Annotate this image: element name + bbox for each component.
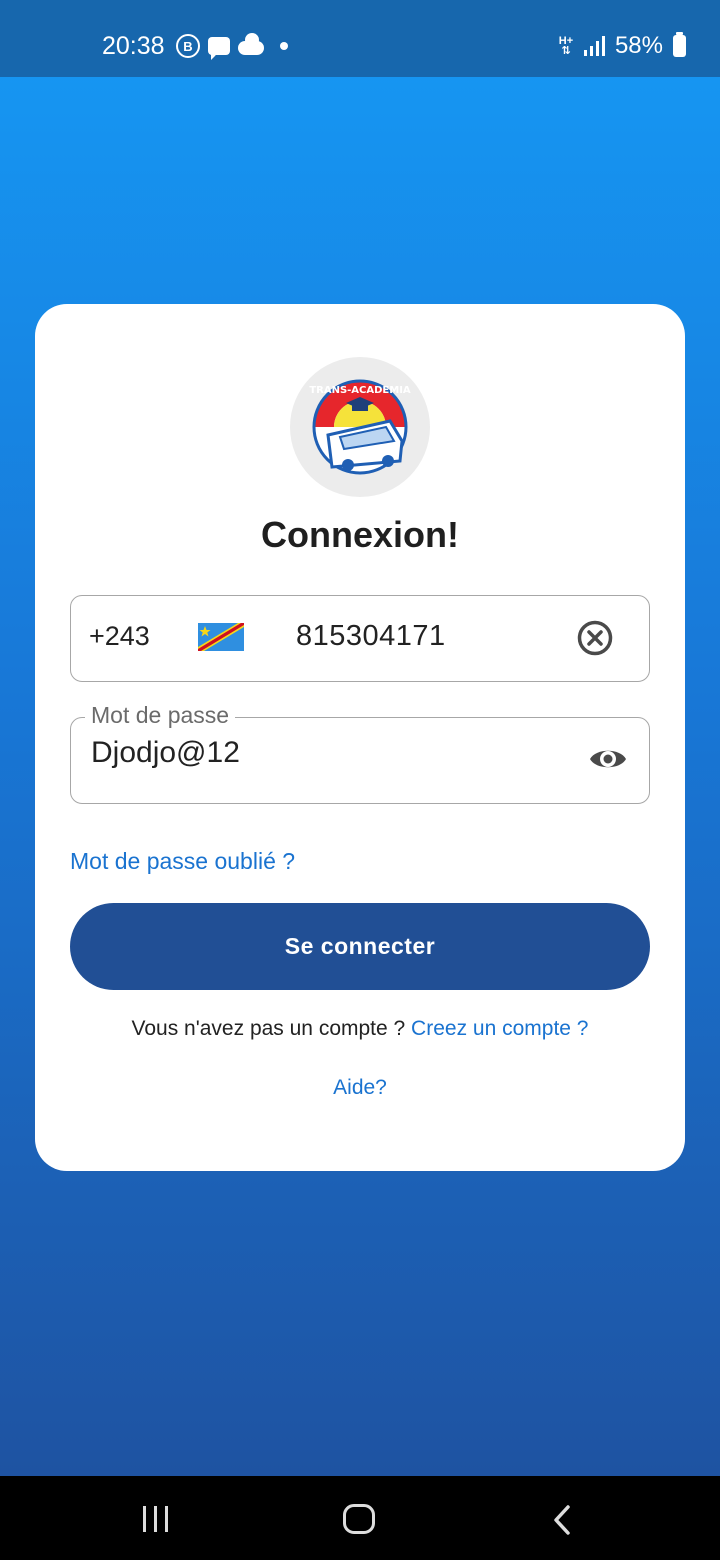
phone-number-value[interactable]: 815304171 <box>296 620 446 653</box>
recent-apps-icon[interactable] <box>143 1506 168 1532</box>
login-card: TRANS-ACADEMIA Connexion! +243 815304171… <box>35 304 685 1171</box>
help-link[interactable]: Aide? <box>35 1076 685 1100</box>
password-label: Mot de passe <box>85 702 236 729</box>
message-icon <box>208 37 230 60</box>
signal-icon <box>583 36 605 56</box>
data-transfer-icon: H+ ⇅ <box>558 35 574 57</box>
eye-icon[interactable] <box>588 744 628 779</box>
home-icon[interactable] <box>343 1504 375 1534</box>
page-title: Connexion! <box>261 514 459 555</box>
cloud-icon <box>238 33 264 55</box>
clear-icon[interactable] <box>576 619 614 662</box>
drc-flag-icon[interactable] <box>198 620 246 659</box>
status-bar: 20:38 B H+ ⇅ 58% <box>0 0 720 77</box>
dial-code-selector[interactable]: +243 <box>89 621 150 652</box>
create-account-link[interactable]: Creez un compte ? <box>411 1017 588 1040</box>
phone-input[interactable]: +243 815304171 <box>70 595 650 682</box>
app-logo: TRANS-ACADEMIA <box>290 357 430 497</box>
no-account-text: Vous n'avez pas un compte ? <box>131 1017 406 1040</box>
notification-dot-icon <box>280 42 288 50</box>
signup-prompt: Vous n'avez pas un compte ? Creez un com… <box>35 1017 685 1041</box>
forgot-password-link[interactable]: Mot de passe oublié ? <box>70 848 295 875</box>
battery-icon <box>673 32 686 57</box>
logo-text: TRANS-ACADEMIA <box>309 385 411 396</box>
password-value[interactable]: Djodjo@12 <box>91 736 240 770</box>
trans-academia-logo-icon: TRANS-ACADEMIA <box>309 379 411 475</box>
b-badge-icon: B <box>176 34 200 58</box>
password-field[interactable]: Mot de passe Djodjo@12 <box>70 702 650 804</box>
login-button[interactable]: Se connecter <box>70 903 650 990</box>
navigation-bar <box>0 1476 720 1560</box>
battery-percent: 58% <box>614 32 663 59</box>
status-system-icons: H+ ⇅ 58% <box>558 32 686 60</box>
status-time: 20:38 <box>102 32 165 60</box>
status-notification-icons: B <box>176 33 288 60</box>
back-icon[interactable] <box>552 1504 572 1541</box>
